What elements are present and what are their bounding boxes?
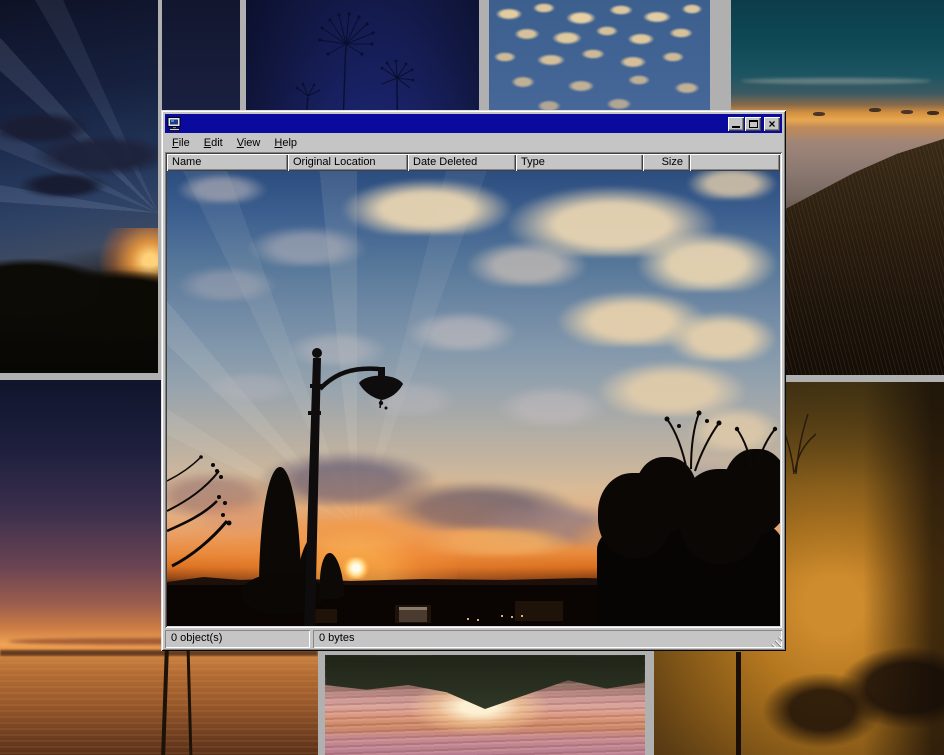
column-header-type[interactable]: Type: [516, 154, 643, 171]
status-object-count: 0 object(s): [165, 630, 310, 648]
maximize-button[interactable]: [745, 117, 761, 131]
desktop: × File Edit View Help Name Original Loca…: [0, 0, 944, 755]
column-header-size[interactable]: Size: [643, 154, 690, 171]
column-header-original-location[interactable]: Original Location: [288, 154, 408, 171]
dark-clouds: [0, 95, 158, 205]
left-branches: [167, 457, 227, 566]
cloud-wisp: [741, 78, 931, 84]
close-icon: ×: [768, 119, 775, 129]
status-total-size: 0 bytes: [313, 630, 782, 648]
column-header-date-deleted[interactable]: Date Deleted: [408, 154, 516, 171]
street-lamp-and-branches: [167, 171, 778, 626]
column-header-row: Name Original Location Date Deleted Type…: [167, 154, 780, 171]
maximize-icon: [749, 120, 758, 128]
list-view-frame: Name Original Location Date Deleted Type…: [165, 152, 782, 628]
menu-edit[interactable]: Edit: [197, 135, 230, 151]
column-header-blank[interactable]: [690, 154, 780, 171]
menu-file[interactable]: File: [165, 135, 197, 151]
lamp-post-far: [736, 652, 741, 755]
recycle-bin-window: × File Edit View Help Name Original Loca…: [161, 110, 786, 651]
titlebar[interactable]: ×: [165, 114, 782, 133]
wallpaper-tile-sunset-rays: [0, 0, 158, 373]
wallpaper-tile-water-reflection: [325, 655, 645, 755]
menu-help[interactable]: Help: [267, 135, 304, 151]
water-ripples: [0, 656, 318, 755]
minimize-icon: [732, 126, 740, 128]
status-bar: 0 object(s) 0 bytes: [165, 630, 782, 648]
close-button[interactable]: ×: [764, 117, 780, 131]
computer-icon: [167, 117, 182, 131]
forest-reflection: [325, 655, 645, 715]
menu-bar: File Edit View Help: [164, 134, 783, 152]
file-list-viewport[interactable]: [167, 171, 780, 626]
small-clouds: [489, 0, 710, 120]
tree-silhouette: [0, 258, 158, 373]
menu-view[interactable]: View: [230, 135, 268, 151]
minimize-button[interactable]: [728, 117, 744, 131]
column-header-name[interactable]: Name: [167, 154, 288, 171]
